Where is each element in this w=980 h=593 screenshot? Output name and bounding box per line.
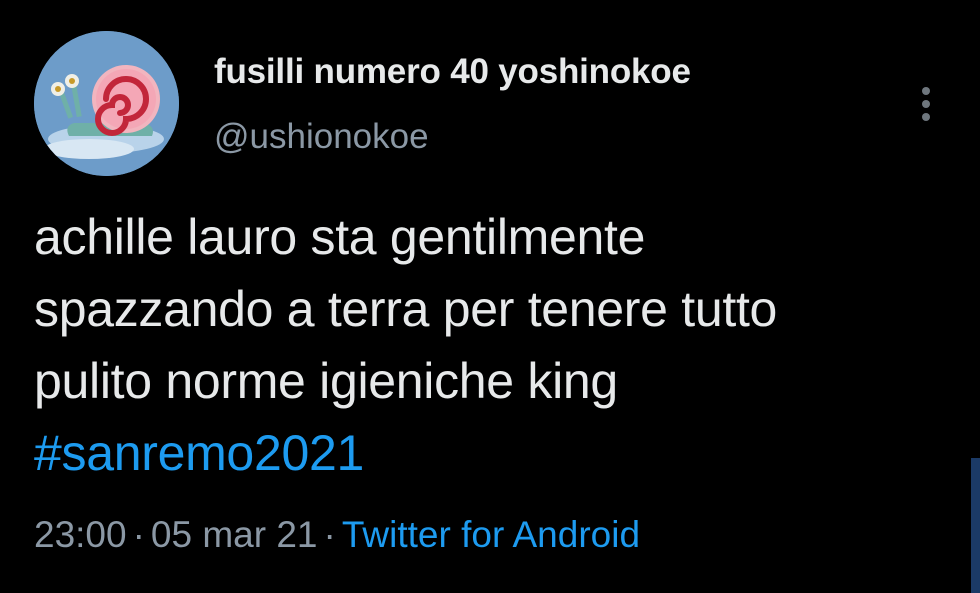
author-display-name[interactable]: fusilli numero 40 yoshinokoe bbox=[214, 52, 691, 92]
tweet-text-line: spazzando a terra per tenere tutto bbox=[34, 281, 778, 337]
tweet-text-line: pulito norme igieniche king bbox=[34, 353, 618, 409]
tweet-source-link[interactable]: Twitter for Android bbox=[342, 514, 640, 555]
scrollbar-edge[interactable] bbox=[971, 458, 980, 593]
hashtag-link[interactable]: #sanremo2021 bbox=[34, 417, 964, 489]
meta-separator: · bbox=[323, 514, 336, 555]
author-handle[interactable]: @ushionokoe bbox=[214, 117, 429, 157]
tweet-text-line: achille lauro sta gentilmente bbox=[34, 209, 646, 265]
avatar[interactable] bbox=[34, 31, 179, 176]
tweet-meta: 23:00 · 05 mar 21 · Twitter for Android bbox=[34, 514, 640, 556]
tweet-card: fusilli numero 40 yoshinokoe @ushionokoe… bbox=[0, 0, 980, 593]
vertical-ellipsis-icon[interactable] bbox=[915, 85, 937, 125]
snail-shell-icon bbox=[34, 31, 179, 176]
meta-separator: · bbox=[132, 514, 145, 555]
tweet-text: achille lauro sta gentilmente spazzando … bbox=[34, 201, 964, 489]
tweet-date[interactable]: 05 mar 21 bbox=[151, 514, 318, 555]
tweet-time[interactable]: 23:00 bbox=[34, 514, 127, 555]
